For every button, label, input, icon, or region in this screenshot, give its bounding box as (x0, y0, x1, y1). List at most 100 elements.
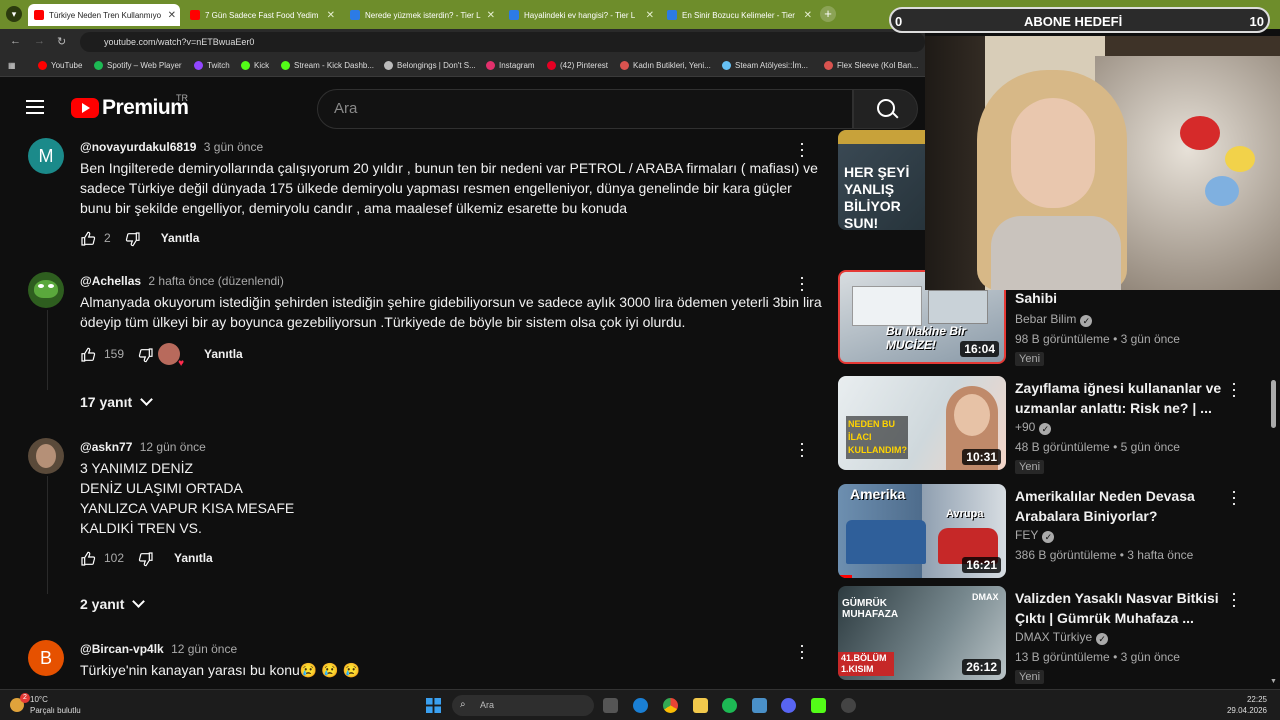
dislike-icon[interactable] (138, 347, 153, 363)
scroll-down-icon[interactable]: ▼ (1270, 678, 1277, 685)
chrome-icon[interactable] (663, 698, 678, 713)
obs-icon[interactable] (841, 698, 856, 713)
subscriber-goal-bar: 0 ABONE HEDEFİ 10 (889, 7, 1270, 33)
video-thumbnail[interactable]: GÜMRÜK MUHAFAZA 41.BÖLÜM 1.KISIM DMAX 26… (838, 586, 1006, 680)
recommended-video[interactable]: NEDEN BU İLACI KULLANDIM? 10:31 Zayıflam… (838, 374, 1268, 474)
bookmark-instagram[interactable]: Instagram (486, 61, 535, 70)
thumbnail-text: NEDEN BU İLACI KULLANDIM? (846, 416, 908, 459)
menu-icon[interactable] (26, 100, 44, 114)
comment-time[interactable]: 2 hafta önce (düzenlendi) (148, 274, 283, 288)
tab-close-icon[interactable]: ✕ (804, 10, 812, 21)
tab-search-icon[interactable]: ▾ (6, 6, 22, 22)
more-options-icon[interactable]: · · · (1230, 482, 1238, 512)
like-icon[interactable] (80, 551, 96, 566)
task-view-icon[interactable] (603, 698, 618, 713)
tab-2[interactable]: Nerede yüzmek isterdin? - Tier L ✕ (344, 4, 499, 26)
more-options-icon[interactable]: · · · (798, 434, 806, 464)
tab-close-icon[interactable]: ✕ (168, 10, 176, 21)
bookmark-steam[interactable]: Steam Atölyesi::İm... (722, 61, 808, 70)
comment-author[interactable]: @askn77 (80, 440, 132, 454)
tab-0[interactable]: Türkiye Neden Tren Kullanmıyo ✕ (28, 4, 180, 26)
like-icon[interactable] (80, 347, 96, 362)
tab-close-icon[interactable]: ✕ (646, 10, 654, 21)
channel-name[interactable]: +90 ✓ (1015, 420, 1052, 435)
bookmark-kadin-butikleri[interactable]: Kadın Butikleri, Yeni... (620, 61, 711, 70)
kick-icon[interactable] (811, 698, 826, 713)
spotify-icon[interactable] (722, 698, 737, 713)
apps-icon[interactable]: ▦ (8, 61, 16, 70)
comment-text: Ben Ingilterede demiryollarında çalışıyo… (80, 160, 818, 216)
taskbar-search[interactable]: Ara (452, 695, 594, 716)
reload-icon[interactable]: ↻ (57, 35, 66, 48)
more-options-icon[interactable]: · · · (798, 640, 806, 666)
thumbnail-text: GÜMRÜK MUHAFAZA (842, 598, 899, 620)
search-button[interactable] (853, 89, 918, 129)
video-title[interactable]: Valizden Yasaklı Nasvar Bitkisi Çıktı | … (1015, 588, 1225, 628)
bookmark-kick[interactable]: Kick (241, 61, 269, 70)
video-thumbnail[interactable]: NEDEN BU İLACI KULLANDIM? 10:31 (838, 376, 1006, 470)
tab-3[interactable]: Hayalindeki ev hangisi? - Tier L ✕ (503, 4, 658, 26)
bookmark-flex-sleeve[interactable]: Flex Sleeve (Kol Ban... (824, 61, 918, 70)
more-options-icon[interactable]: · · · (1230, 584, 1238, 614)
system-clock[interactable]: 22:25 29.04.2026 (1222, 694, 1267, 716)
like-icon[interactable] (80, 231, 96, 246)
avatar[interactable]: B (28, 640, 64, 676)
bookmark-kick-dashboard[interactable]: Stream - Kick Dashb... (281, 61, 374, 70)
tab-1[interactable]: 7 Gün Sadece Fast Food Yedim ✕ (184, 4, 339, 26)
bookmark-twitch[interactable]: Twitch (194, 61, 230, 70)
reply-button[interactable]: Yanıtla (161, 231, 200, 245)
view-replies-button[interactable]: 17 yanıt (80, 393, 154, 410)
url-field[interactable]: youtube.com/watch?v=nETBwuaEer0 (80, 32, 925, 52)
edge-icon[interactable] (633, 698, 648, 713)
comment-time[interactable]: 3 gün önce (204, 140, 263, 154)
scrollbar-thumb[interactable] (1271, 380, 1276, 428)
bookmark-pinterest[interactable]: (42) Pinterest (547, 61, 608, 70)
video-thumbnail[interactable]: Amerika Avrupa 16:21 (838, 484, 1006, 578)
tab-close-icon[interactable]: ✕ (327, 10, 335, 21)
notification-count: 2 (20, 693, 30, 703)
avatar[interactable] (28, 438, 64, 474)
dislike-icon[interactable] (138, 551, 153, 567)
tab-close-icon[interactable]: ✕ (487, 10, 495, 21)
search-input[interactable]: Ara (317, 89, 853, 129)
avatar[interactable]: M (28, 138, 64, 174)
start-icon[interactable] (426, 698, 441, 713)
comment-time[interactable]: 12 gün önce (171, 642, 237, 656)
new-tab-button[interactable]: + (820, 6, 836, 22)
tab-4[interactable]: En Sinir Bozucu Kelimeler - Tier ✕ (661, 4, 816, 26)
like-count: 102 (104, 551, 125, 565)
dmax-logo: DMAX (972, 592, 999, 602)
channel-name[interactable]: FEY ✓ (1015, 528, 1055, 543)
video-title[interactable]: Zayıflama iğnesi kullananlar ve uzmanlar… (1015, 378, 1225, 418)
weather-widget[interactable]: 10°C Parçalı bulutlu (30, 694, 81, 716)
forward-icon[interactable]: → (34, 35, 45, 47)
view-replies-button[interactable]: 2 yanıt (80, 595, 146, 612)
video-title[interactable]: Sahibi (1015, 288, 1225, 308)
youtube-logo-icon[interactable] (71, 98, 99, 118)
recommended-video[interactable]: GÜMRÜK MUHAFAZA 41.BÖLÜM 1.KISIM DMAX 26… (838, 584, 1268, 686)
bookmark-youtube[interactable]: YouTube (38, 61, 82, 70)
more-options-icon[interactable]: · · · (798, 134, 806, 164)
video-title[interactable]: Amerikalılar Neden Devasa Arabalara Bini… (1015, 486, 1225, 526)
recommended-video[interactable]: Amerika Avrupa 16:21 Amerikalılar Neden … (838, 482, 1268, 578)
discord-icon[interactable] (781, 698, 796, 713)
steam-icon[interactable] (752, 698, 767, 713)
bookmark-spotify[interactable]: Spotify – Web Player (94, 61, 182, 70)
more-options-icon[interactable]: · · · (798, 268, 806, 298)
reply-button[interactable]: Yanıtla (204, 347, 243, 361)
comment-author[interactable]: @Achellas (80, 274, 141, 288)
more-options-icon[interactable]: · · · (1230, 374, 1238, 404)
reply-button[interactable]: Yanıtla (174, 551, 213, 565)
comment-time[interactable]: 12 gün önce (140, 440, 206, 454)
dislike-icon[interactable] (125, 231, 140, 247)
comment-author[interactable]: @novayurdakul6819 (80, 140, 196, 154)
bookmark-belongings[interactable]: Belongings | Don't S... (384, 61, 476, 70)
verified-icon: ✓ (1039, 423, 1052, 435)
avatar[interactable] (28, 272, 64, 308)
tierlist-icon (350, 10, 360, 20)
channel-name[interactable]: Bebar Bilim ✓ (1015, 312, 1093, 327)
comment-author[interactable]: @Bircan-vp4lk (80, 642, 164, 656)
file-explorer-icon[interactable] (693, 698, 708, 713)
back-icon[interactable]: ← (10, 35, 21, 47)
channel-name[interactable]: DMAX Türkiye ✓ (1015, 630, 1109, 645)
